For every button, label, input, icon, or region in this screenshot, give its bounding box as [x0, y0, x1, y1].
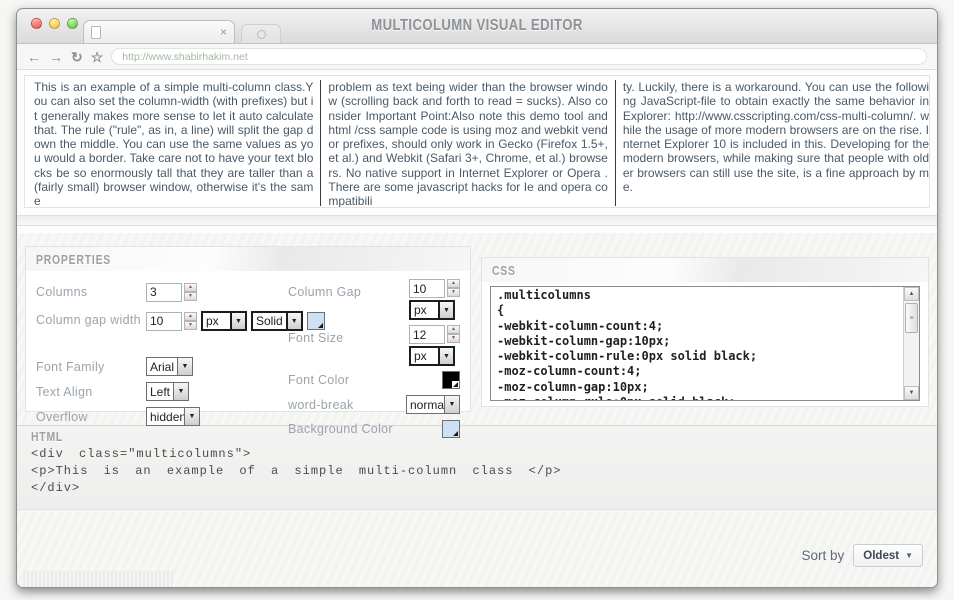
- spinner-up-icon[interactable]: ▲: [447, 279, 460, 288]
- new-tab-icon: [257, 30, 266, 39]
- font-size-unit-value: px: [411, 348, 438, 364]
- column-gap-unit-value: px: [411, 302, 438, 318]
- text-align-value: Left: [147, 383, 173, 400]
- page-icon: [91, 26, 101, 39]
- sort-order-button[interactable]: Oldest ▼: [853, 544, 923, 567]
- url-input[interactable]: http://www.shabirhakim.net: [111, 48, 927, 65]
- dropdown-arrow-icon[interactable]: ▼: [438, 302, 453, 318]
- multicolumn-preview: This is an example of a simple multi-col…: [24, 75, 930, 208]
- css-header: CSS: [482, 258, 928, 282]
- scroll-up-icon[interactable]: ▲: [904, 287, 919, 301]
- font-family-value: Arial: [147, 358, 177, 375]
- sort-by-label: Sort by: [802, 548, 845, 563]
- vertical-scrollbar[interactable]: ▲ ≡ ▼: [903, 287, 919, 400]
- columns-input[interactable]: [146, 283, 182, 302]
- gap-unit-select[interactable]: px ▼: [201, 311, 247, 331]
- font-color-swatch[interactable]: [442, 371, 460, 389]
- zoom-window-button[interactable]: [67, 18, 78, 29]
- html-code: <div class="multicolumns"><p>This is an …: [31, 446, 923, 497]
- spinner-down-icon[interactable]: ▼: [447, 288, 460, 297]
- rule-style-value: Solid: [253, 313, 286, 329]
- demo-text-column-3: ty. Luckily, there is a workaround. You …: [616, 79, 929, 207]
- spinner-down-icon[interactable]: ▼: [447, 334, 460, 343]
- dropdown-arrow-icon[interactable]: ▼: [184, 408, 199, 425]
- columns-label: Columns: [36, 285, 146, 299]
- column-gap-stepper: ▲ ▼: [409, 279, 460, 298]
- sort-order-value: Oldest: [863, 550, 899, 562]
- font-family-select[interactable]: Arial ▼: [146, 357, 193, 376]
- spinner-down-icon[interactable]: ▼: [184, 321, 197, 330]
- spinner-up-icon[interactable]: ▲: [447, 325, 460, 334]
- font-size-input[interactable]: [409, 325, 445, 344]
- corner-texture: [23, 571, 173, 588]
- scrollbar-thumb[interactable]: ≡: [905, 303, 918, 333]
- dropdown-arrow-icon[interactable]: ▼: [173, 383, 188, 400]
- css-title: CSS: [492, 263, 516, 278]
- demo-text-column-1: This is an example of a simple multi-col…: [27, 79, 320, 207]
- gap-unit-value: px: [203, 313, 230, 329]
- font-size-stepper: ▲ ▼: [409, 325, 460, 344]
- traffic-lights: [31, 18, 78, 29]
- properties-panel: PROPERTIES Columns ▲ ▼: [25, 246, 471, 412]
- css-code: .multicolumns{-webkit-column-count:4;-we…: [491, 287, 919, 401]
- css-panel: CSS .multicolumns{-webkit-column-count:4…: [481, 257, 929, 407]
- scroll-down-icon[interactable]: ▼: [904, 386, 919, 400]
- css-code-editor[interactable]: .multicolumns{-webkit-column-count:4;-we…: [490, 286, 920, 401]
- sort-caret-icon: ▼: [905, 551, 913, 560]
- column-gap-width-input[interactable]: [146, 312, 182, 331]
- window-body: This is an example of a simple multi-col…: [17, 75, 937, 588]
- columns-stepper: ▲ ▼: [146, 283, 197, 302]
- spinner-up-icon[interactable]: ▲: [184, 283, 197, 292]
- dropdown-arrow-icon[interactable]: ▼: [230, 313, 245, 329]
- rule-color-swatch[interactable]: [307, 312, 325, 330]
- browser-window: MULTICOLUMN VISUAL EDITOR × ← → ↻ ☆ http…: [16, 8, 938, 588]
- column-gap-input[interactable]: [409, 279, 445, 298]
- properties-header: PROPERTIES: [26, 247, 470, 271]
- new-tab-button[interactable]: [241, 24, 281, 43]
- back-icon[interactable]: ←: [27, 50, 41, 64]
- font-size-unit-select[interactable]: px ▼: [409, 346, 455, 366]
- spinner-down-icon[interactable]: ▼: [184, 292, 197, 301]
- background-color-label: Background Color: [288, 422, 393, 436]
- column-gap-width-stepper: ▲ ▼: [146, 312, 197, 331]
- font-family-label: Font Family: [36, 360, 146, 374]
- dropdown-arrow-icon[interactable]: ▼: [177, 358, 192, 375]
- workspace: PROPERTIES Columns ▲ ▼: [17, 233, 937, 588]
- tab-close-icon[interactable]: ×: [220, 26, 227, 38]
- refresh-icon[interactable]: ↻: [71, 50, 83, 64]
- overflow-label: Overflow: [36, 410, 146, 424]
- column-gap-label: Column Gap: [288, 279, 361, 299]
- forward-icon[interactable]: →: [49, 50, 63, 64]
- dropdown-arrow-icon[interactable]: ▼: [438, 348, 453, 364]
- word-break-value: normal: [407, 396, 444, 413]
- overflow-value: hidden: [147, 408, 184, 425]
- browser-tab[interactable]: ×: [83, 20, 235, 43]
- properties-title: PROPERTIES: [36, 252, 111, 267]
- url-bar: ← → ↻ ☆ http://www.shabirhakim.net: [17, 44, 937, 70]
- text-align-select[interactable]: Left ▼: [146, 382, 189, 401]
- text-align-label: Text Align: [36, 385, 146, 399]
- background-color-swatch[interactable]: [442, 420, 460, 438]
- word-break-label: word-break: [288, 398, 354, 412]
- demo-text-column-2: problem as text being wider than the bro…: [321, 79, 614, 207]
- html-title: HTML: [31, 429, 63, 444]
- column-gap-unit-select[interactable]: px ▼: [409, 300, 455, 320]
- sort-bar: Sort by Oldest ▼: [802, 544, 924, 567]
- bookmark-star-icon[interactable]: ☆: [91, 50, 104, 64]
- close-window-button[interactable]: [31, 18, 42, 29]
- font-color-label: Font Color: [288, 373, 349, 387]
- horizontal-splitter: [17, 215, 937, 226]
- word-break-select[interactable]: normal ▼: [406, 395, 460, 414]
- spinner-up-icon[interactable]: ▲: [184, 312, 197, 321]
- column-gap-width-label: Column gap width: [36, 311, 146, 328]
- titlebar: MULTICOLUMN VISUAL EDITOR ×: [17, 9, 937, 44]
- minimize-window-button[interactable]: [49, 18, 60, 29]
- dropdown-arrow-icon[interactable]: ▼: [444, 396, 459, 413]
- overflow-select[interactable]: hidden ▼: [146, 407, 200, 426]
